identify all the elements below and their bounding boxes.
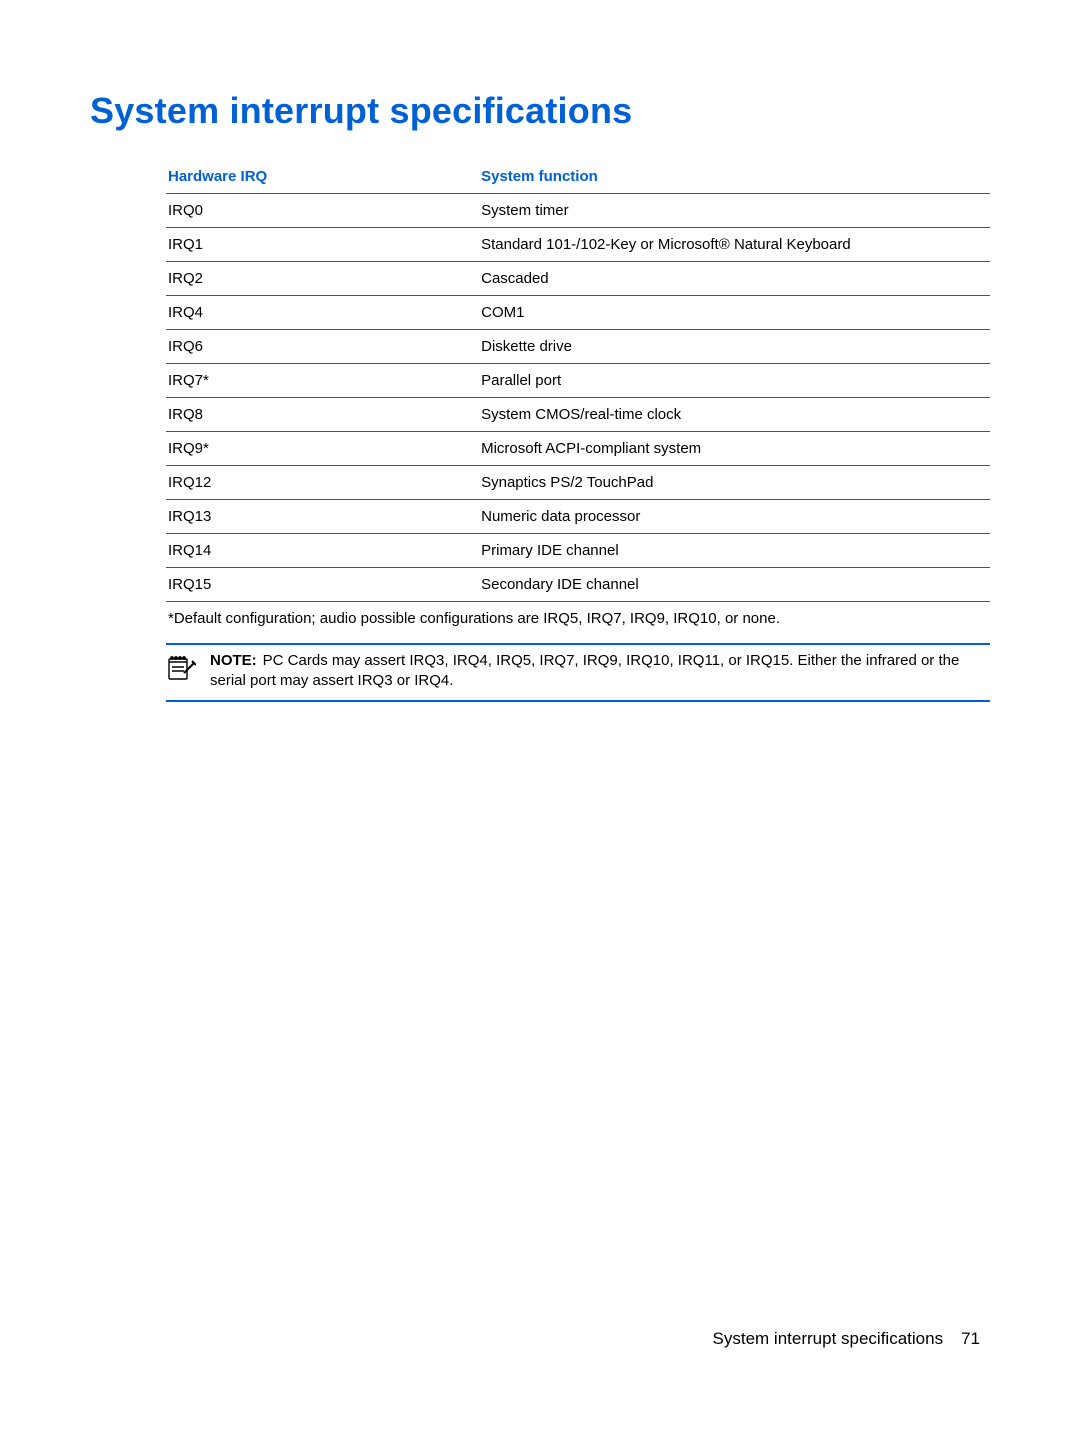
cell-irq: IRQ8 bbox=[166, 398, 479, 432]
table-row: IRQ6Diskette drive bbox=[166, 330, 990, 364]
table-row: IRQ0System timer bbox=[166, 194, 990, 228]
cell-irq: IRQ4 bbox=[166, 296, 479, 330]
cell-irq: IRQ14 bbox=[166, 534, 479, 568]
cell-func: System CMOS/real-time clock bbox=[479, 398, 990, 432]
cell-irq: IRQ0 bbox=[166, 194, 479, 228]
table-footnote: *Default configuration; audio possible c… bbox=[166, 602, 990, 636]
cell-irq: IRQ9* bbox=[166, 432, 479, 466]
cell-func: Cascaded bbox=[479, 262, 990, 296]
header-system-function: System function bbox=[479, 160, 990, 194]
table-row: IRQ13Numeric data processor bbox=[166, 500, 990, 534]
note-label: NOTE: bbox=[210, 652, 257, 669]
page-title: System interrupt specifications bbox=[90, 90, 990, 132]
cell-func: Parallel port bbox=[479, 364, 990, 398]
header-hardware-irq: Hardware IRQ bbox=[166, 160, 479, 194]
table-row: IRQ8System CMOS/real-time clock bbox=[166, 398, 990, 432]
cell-irq: IRQ12 bbox=[166, 466, 479, 500]
table-row: IRQ4COM1 bbox=[166, 296, 990, 330]
table-row: IRQ14Primary IDE channel bbox=[166, 534, 990, 568]
note-text: NOTE:PC Cards may assert IRQ3, IRQ4, IRQ… bbox=[210, 651, 990, 692]
table-row: IRQ15Secondary IDE channel bbox=[166, 568, 990, 602]
note-body: PC Cards may assert IRQ3, IRQ4, IRQ5, IR… bbox=[210, 652, 959, 689]
cell-irq: IRQ7* bbox=[166, 364, 479, 398]
footer-title: System interrupt specifications bbox=[713, 1329, 944, 1348]
table-header-row: Hardware IRQ System function bbox=[166, 160, 990, 194]
table-row: IRQ2Cascaded bbox=[166, 262, 990, 296]
cell-func: Primary IDE channel bbox=[479, 534, 990, 568]
cell-irq: IRQ13 bbox=[166, 500, 479, 534]
cell-func: Microsoft ACPI-compliant system bbox=[479, 432, 990, 466]
irq-table: Hardware IRQ System function IRQ0System … bbox=[166, 160, 990, 635]
content-area: Hardware IRQ System function IRQ0System … bbox=[166, 160, 990, 702]
cell-func: COM1 bbox=[479, 296, 990, 330]
cell-func: Diskette drive bbox=[479, 330, 990, 364]
cell-irq: IRQ2 bbox=[166, 262, 479, 296]
table-row: IRQ1Standard 101-/102-Key or Microsoft® … bbox=[166, 228, 990, 262]
table-row: IRQ7*Parallel port bbox=[166, 364, 990, 398]
cell-irq: IRQ6 bbox=[166, 330, 479, 364]
cell-func: System timer bbox=[479, 194, 990, 228]
table-footnote-row: *Default configuration; audio possible c… bbox=[166, 602, 990, 636]
cell-func: Secondary IDE channel bbox=[479, 568, 990, 602]
table-row: IRQ9*Microsoft ACPI-compliant system bbox=[166, 432, 990, 466]
footer-page-number: 71 bbox=[961, 1329, 980, 1348]
note-icon bbox=[166, 651, 210, 681]
page-footer: System interrupt specifications 71 bbox=[713, 1329, 980, 1349]
cell-func: Synaptics PS/2 TouchPad bbox=[479, 466, 990, 500]
cell-irq: IRQ1 bbox=[166, 228, 479, 262]
cell-irq: IRQ15 bbox=[166, 568, 479, 602]
table-row: IRQ12Synaptics PS/2 TouchPad bbox=[166, 466, 990, 500]
cell-func: Standard 101-/102-Key or Microsoft® Natu… bbox=[479, 228, 990, 262]
document-page: System interrupt specifications Hardware… bbox=[0, 0, 1080, 1437]
cell-func: Numeric data processor bbox=[479, 500, 990, 534]
note-block: NOTE:PC Cards may assert IRQ3, IRQ4, IRQ… bbox=[166, 643, 990, 702]
